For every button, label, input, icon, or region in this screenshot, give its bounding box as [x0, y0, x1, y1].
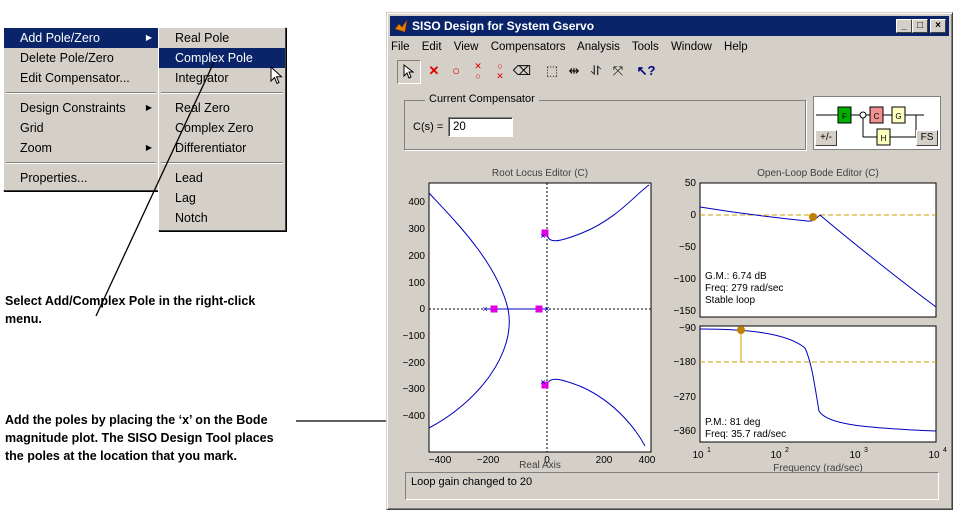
bode-xtick-exponent: 4 — [943, 447, 947, 454]
block-c-label: C — [874, 112, 880, 121]
root-locus-xtick: 200 — [596, 455, 613, 466]
toolbar: ✕ ○ ✕ ○ ○ ✕ ⌫ ⬚ ⇹ ⥯ ⤧ ↖? — [393, 58, 703, 86]
root-locus-ytick: 100 — [408, 278, 425, 289]
fit-icon[interactable]: ⤧ — [607, 60, 629, 82]
closed-loop-pole-marker — [490, 305, 498, 313]
add-zero-icon[interactable]: ○ — [445, 60, 467, 82]
fs-button[interactable]: FS — [916, 130, 938, 146]
root-locus-ytick: −400 — [402, 411, 425, 422]
root-locus-ytick: 400 — [408, 197, 425, 208]
bode-magnitude-ytick: 50 — [685, 178, 697, 189]
bode-phase-ytick: −180 — [673, 357, 696, 368]
sign-toggle-button[interactable]: +/- — [815, 130, 837, 146]
phase-margin-marker — [737, 326, 745, 334]
open-loop-pole-icon: × — [540, 377, 545, 387]
gain-margin-freq-text: Freq: 279 rad/sec — [705, 283, 783, 294]
pointer-icon[interactable] — [397, 60, 421, 84]
matlab-logo-icon — [394, 19, 408, 33]
gain-margin-marker — [809, 213, 817, 221]
open-loop-pole-icon: × — [482, 304, 487, 314]
root-locus-ytick: 300 — [408, 224, 425, 235]
menubar: File Edit View Compensators Analysis Too… — [391, 38, 757, 56]
root-locus-xtick: 400 — [639, 455, 656, 466]
bode-phase-ytick: −90 — [679, 323, 696, 334]
block-f-label: F — [842, 112, 847, 121]
menu-view[interactable]: View — [454, 41, 479, 53]
bode-xtick: 10 — [770, 450, 782, 461]
editors-plot-area[interactable]: Root Locus Editor (C)4003002001000−100−2… — [387, 163, 952, 473]
menu-edit[interactable]: Edit — [422, 41, 442, 53]
phase-margin-text: P.M.: 81 deg — [705, 417, 760, 428]
add-lead-icon[interactable]: ✕ ○ — [467, 60, 489, 83]
root-locus-title: Root Locus Editor (C) — [492, 168, 588, 179]
menu-analysis[interactable]: Analysis — [577, 41, 620, 53]
block-diagram-panel: F C G H +/- FS — [813, 96, 941, 150]
closed-loop-pole-marker — [535, 305, 543, 313]
bode-magnitude-ytick: −150 — [673, 306, 696, 317]
root-locus-xtick: −400 — [429, 455, 452, 466]
siso-design-window: SISO Design for System Gservo _ □ × File… — [386, 12, 953, 510]
zoom-y-icon[interactable]: ⥯ — [585, 60, 607, 82]
root-locus-ytick: −300 — [402, 384, 425, 395]
block-g-label: G — [895, 112, 901, 121]
bode-xtick: 10 — [928, 450, 940, 461]
add-lag-icon[interactable]: ○ ✕ — [489, 60, 511, 83]
root-locus-xtick: −200 — [477, 455, 500, 466]
bode-xtick-exponent: 1 — [707, 447, 711, 454]
bode-xtick: 10 — [849, 450, 861, 461]
eraser-icon[interactable]: ⌫ — [511, 60, 533, 82]
current-compensator-label: Current Compensator — [425, 93, 539, 105]
menu-help[interactable]: Help — [724, 41, 748, 53]
phase-margin-freq-text: Freq: 35.7 rad/sec — [705, 429, 786, 440]
open-loop-pole-icon: × — [540, 231, 545, 241]
block-h-label: H — [881, 134, 887, 143]
root-locus-ytick: 200 — [408, 251, 425, 262]
bode-xtick: 10 — [692, 450, 704, 461]
bode-xtick-exponent: 3 — [864, 447, 868, 454]
root-locus-ytick: −100 — [402, 331, 425, 342]
bode-title: Open-Loop Bode Editor (C) — [757, 168, 879, 179]
bode-phase-ytick: −270 — [673, 392, 696, 403]
root-locus-xlabel: Real Axis — [519, 460, 561, 471]
cs-value-field[interactable]: 20 — [448, 117, 513, 137]
close-button[interactable]: × — [930, 19, 946, 33]
bode-magnitude-ytick: 0 — [690, 210, 696, 221]
gain-margin-text: G.M.: 6.74 dB — [705, 271, 767, 282]
menu-file[interactable]: File — [391, 41, 410, 53]
callout-line-menu — [95, 61, 215, 317]
minimize-button[interactable]: _ — [896, 19, 912, 33]
add-pole-icon[interactable]: ✕ — [423, 60, 445, 82]
bode-magnitude-ytick: −50 — [679, 242, 696, 253]
menu-tools[interactable]: Tools — [632, 41, 659, 53]
root-locus-ytick: 0 — [419, 304, 425, 315]
bode-phase-ytick: −360 — [673, 426, 696, 437]
menu-window[interactable]: Window — [671, 41, 712, 53]
help-icon[interactable]: ↖? — [635, 60, 657, 82]
open-loop-pole-icon: × — [544, 304, 549, 314]
status-bar: Loop gain changed to 20 — [405, 472, 939, 500]
zoom-x-icon[interactable]: ⇹ — [563, 60, 585, 82]
stability-text: Stable loop — [705, 295, 755, 306]
window-title: SISO Design for System Gservo — [412, 19, 595, 33]
maximize-button[interactable]: □ — [912, 19, 928, 33]
bode-magnitude-ytick: −100 — [673, 274, 696, 285]
window-titlebar: SISO Design for System Gservo _ □ × — [390, 16, 949, 36]
menu-compensators[interactable]: Compensators — [491, 41, 566, 53]
cs-label: C(s) = — [413, 121, 444, 133]
zoom-box-icon[interactable]: ⬚ — [541, 60, 563, 82]
root-locus-ytick: −200 — [402, 358, 425, 369]
bode-xtick-exponent: 2 — [785, 447, 789, 454]
